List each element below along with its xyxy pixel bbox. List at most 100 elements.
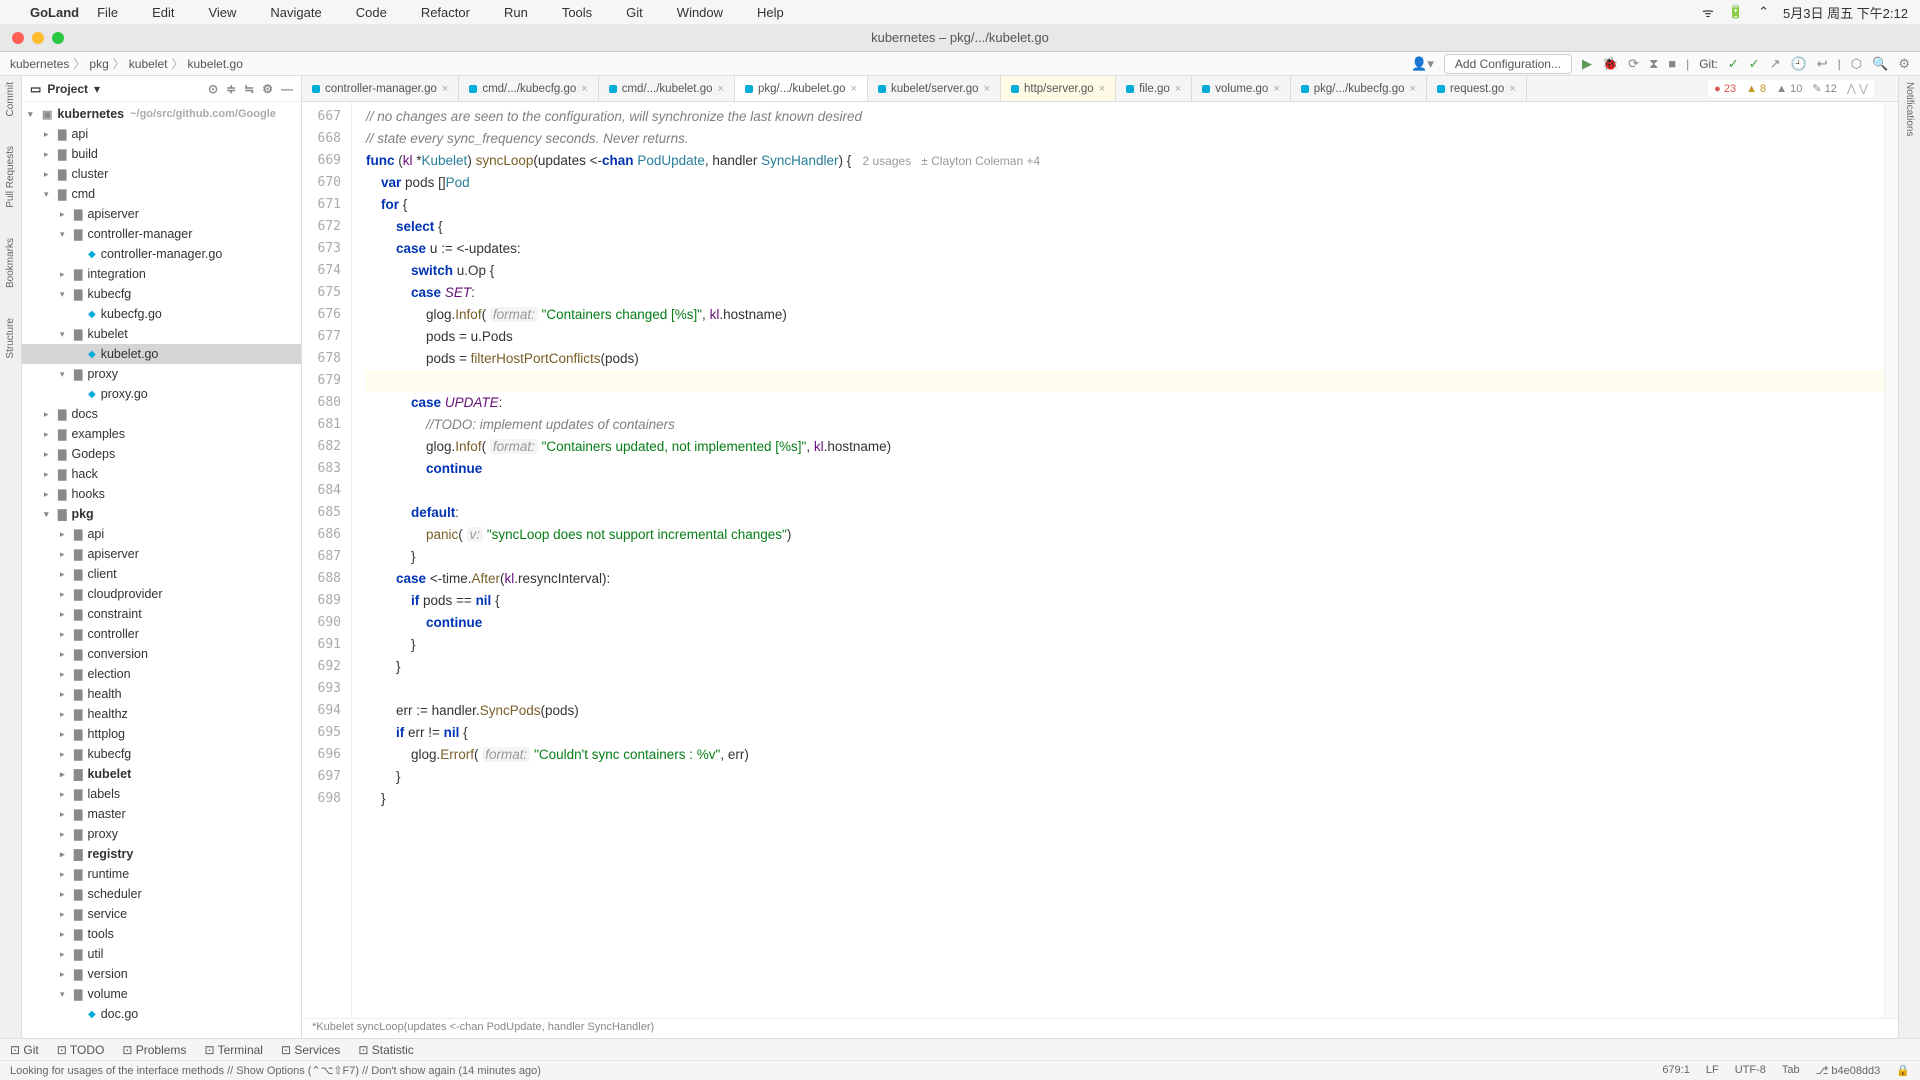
- close-tab-icon[interactable]: ×: [442, 83, 448, 95]
- tree-folder[interactable]: ▸▇service: [22, 904, 301, 924]
- tool-bookmarks[interactable]: Bookmarks: [5, 238, 16, 288]
- close-tab-icon[interactable]: ×: [1175, 83, 1181, 95]
- search-icon[interactable]: 🔍: [1872, 56, 1888, 72]
- menu-refactor[interactable]: Refactor: [421, 5, 470, 20]
- run-icon[interactable]: ▶: [1582, 56, 1592, 72]
- close-tab-icon[interactable]: ×: [984, 83, 990, 95]
- profile-icon[interactable]: ⧗: [1649, 56, 1658, 72]
- tree-folder[interactable]: ▸▇build: [22, 144, 301, 164]
- tree-root[interactable]: ▾▣kubernetes~/go/src/github.com/Google: [22, 104, 301, 124]
- editor-tab[interactable]: http/server.go ×: [1001, 76, 1116, 101]
- tree-folder[interactable]: ▸▇version: [22, 964, 301, 984]
- tree-folder[interactable]: ▸▇util: [22, 944, 301, 964]
- editor-tab[interactable]: pkg/.../kubecfg.go ×: [1291, 76, 1427, 101]
- add-configuration-button[interactable]: Add Configuration...: [1444, 54, 1572, 74]
- coverage-icon[interactable]: ⟳: [1628, 56, 1639, 72]
- menu-tools[interactable]: Tools: [562, 5, 592, 20]
- project-label[interactable]: Project: [47, 82, 88, 96]
- menu-code[interactable]: Code: [356, 5, 387, 20]
- editor-tab[interactable]: pkg/.../kubelet.go ×: [735, 76, 868, 101]
- close-tab-icon[interactable]: ×: [581, 83, 587, 95]
- tree-folder[interactable]: ▸▇httplog: [22, 724, 301, 744]
- close-tab-icon[interactable]: ×: [1410, 83, 1416, 95]
- control-center-icon[interactable]: ⌃: [1758, 4, 1769, 20]
- tree-folder[interactable]: ▸▇runtime: [22, 864, 301, 884]
- tree-folder[interactable]: ▸▇apiserver: [22, 204, 301, 224]
- readonly-lock-icon[interactable]: 🔒: [1896, 1064, 1910, 1077]
- tree-folder[interactable]: ▸▇Godeps: [22, 444, 301, 464]
- user-icon[interactable]: 👤▾: [1411, 56, 1434, 72]
- indent-widget[interactable]: Tab: [1782, 1064, 1800, 1077]
- vcs-commit-icon[interactable]: ✓: [1749, 56, 1760, 72]
- hide-icon[interactable]: —: [281, 82, 293, 96]
- tree-folder[interactable]: ▸▇scheduler: [22, 884, 301, 904]
- tree-folder[interactable]: ▾▇kubecfg: [22, 284, 301, 304]
- menu-edit[interactable]: Edit: [152, 5, 174, 20]
- tree-folder[interactable]: ▸▇tools: [22, 924, 301, 944]
- inspection-widget[interactable]: ● 23 ▲ 8 ▲ 10 ✎ 12 ⋀ ⋁: [1708, 80, 1874, 97]
- tool-notifications[interactable]: Notifications: [1904, 82, 1915, 136]
- git-branch[interactable]: ⎇ b4e08dd3: [1816, 1064, 1881, 1077]
- vcs-update-icon[interactable]: ✓: [1728, 56, 1739, 72]
- menu-navigate[interactable]: Navigate: [270, 5, 321, 20]
- tool-todo[interactable]: ⊡ TODO: [57, 1043, 105, 1057]
- expand-all-icon[interactable]: ≑: [226, 82, 236, 96]
- tree-folder[interactable]: ▸▇integration: [22, 264, 301, 284]
- tree-folder[interactable]: ▸▇election: [22, 664, 301, 684]
- vcs-push-icon[interactable]: ↗: [1770, 56, 1781, 72]
- tree-folder[interactable]: ▸▇healthz: [22, 704, 301, 724]
- tree-folder[interactable]: ▾▇proxy: [22, 364, 301, 384]
- tool-structure[interactable]: Structure: [5, 318, 16, 359]
- tree-folder[interactable]: ▸▇controller: [22, 624, 301, 644]
- tree-file[interactable]: ◆controller-manager.go: [22, 244, 301, 264]
- tree-folder[interactable]: ▸▇constraint: [22, 604, 301, 624]
- tool-commit[interactable]: Commit: [5, 82, 16, 116]
- zoom-window-button[interactable]: [52, 32, 64, 44]
- close-tab-icon[interactable]: ×: [718, 83, 724, 95]
- file-encoding[interactable]: UTF-8: [1735, 1064, 1766, 1077]
- editor-breadcrumb[interactable]: *Kubelet syncLoop(updates <-chan PodUpda…: [302, 1018, 1898, 1038]
- tool-services[interactable]: ⊡ Services: [281, 1043, 340, 1057]
- editor-tab[interactable]: kubelet/server.go ×: [868, 76, 1001, 101]
- tree-folder[interactable]: ▸▇labels: [22, 784, 301, 804]
- tree-folder[interactable]: ▸▇api: [22, 524, 301, 544]
- menu-file[interactable]: File: [97, 5, 118, 20]
- minimize-window-button[interactable]: [32, 32, 44, 44]
- menu-help[interactable]: Help: [757, 5, 784, 20]
- tree-file[interactable]: ◆doc.go: [22, 1004, 301, 1024]
- project-view-icon[interactable]: ▭: [30, 82, 41, 96]
- tool-git[interactable]: ⊡ Git: [10, 1043, 39, 1057]
- tree-folder[interactable]: ▸▇kubelet: [22, 764, 301, 784]
- editor-tab[interactable]: controller-manager.go ×: [302, 76, 459, 101]
- code-with-me-icon[interactable]: ⬡: [1851, 56, 1862, 72]
- close-tab-icon[interactable]: ×: [1273, 83, 1279, 95]
- wifi-icon[interactable]: ᯤ: [1702, 3, 1714, 21]
- tree-folder[interactable]: ▸▇apiserver: [22, 544, 301, 564]
- tree-file[interactable]: ◆kubelet.go: [22, 344, 301, 364]
- breadcrumb-part[interactable]: pkg: [89, 57, 108, 71]
- tree-file[interactable]: ◆kubecfg.go: [22, 304, 301, 324]
- tree-folder[interactable]: ▸▇proxy: [22, 824, 301, 844]
- menu-view[interactable]: View: [208, 5, 236, 20]
- select-opened-file-icon[interactable]: ⊙: [208, 82, 218, 96]
- tree-folder[interactable]: ▾▇cmd: [22, 184, 301, 204]
- tool-statistic[interactable]: ⊡ Statistic: [358, 1043, 413, 1057]
- editor-tab[interactable]: file.go ×: [1116, 76, 1192, 101]
- tree-folder[interactable]: ▾▇controller-manager: [22, 224, 301, 244]
- tree-folder[interactable]: ▾▇volume: [22, 984, 301, 1004]
- tree-folder[interactable]: ▾▇kubelet: [22, 324, 301, 344]
- tree-file[interactable]: ◆proxy.go: [22, 384, 301, 404]
- editor-tab[interactable]: cmd/.../kubelet.go ×: [599, 76, 735, 101]
- tree-folder[interactable]: ▸▇docs: [22, 404, 301, 424]
- tree-folder[interactable]: ▸▇health: [22, 684, 301, 704]
- status-message[interactable]: Looking for usages of the interface meth…: [10, 1064, 541, 1077]
- tree-folder[interactable]: ▸▇cluster: [22, 164, 301, 184]
- close-window-button[interactable]: [12, 32, 24, 44]
- project-tree[interactable]: ▾▣kubernetes~/go/src/github.com/Google ▸…: [22, 102, 301, 1038]
- vcs-history-icon[interactable]: 🕘: [1791, 56, 1807, 72]
- tree-folder[interactable]: ▸▇conversion: [22, 644, 301, 664]
- error-stripe[interactable]: [1884, 102, 1898, 1018]
- breadcrumb-part[interactable]: kubelet: [129, 57, 168, 71]
- vcs-rollback-icon[interactable]: ↩: [1817, 56, 1828, 72]
- tree-folder[interactable]: ▸▇hack: [22, 464, 301, 484]
